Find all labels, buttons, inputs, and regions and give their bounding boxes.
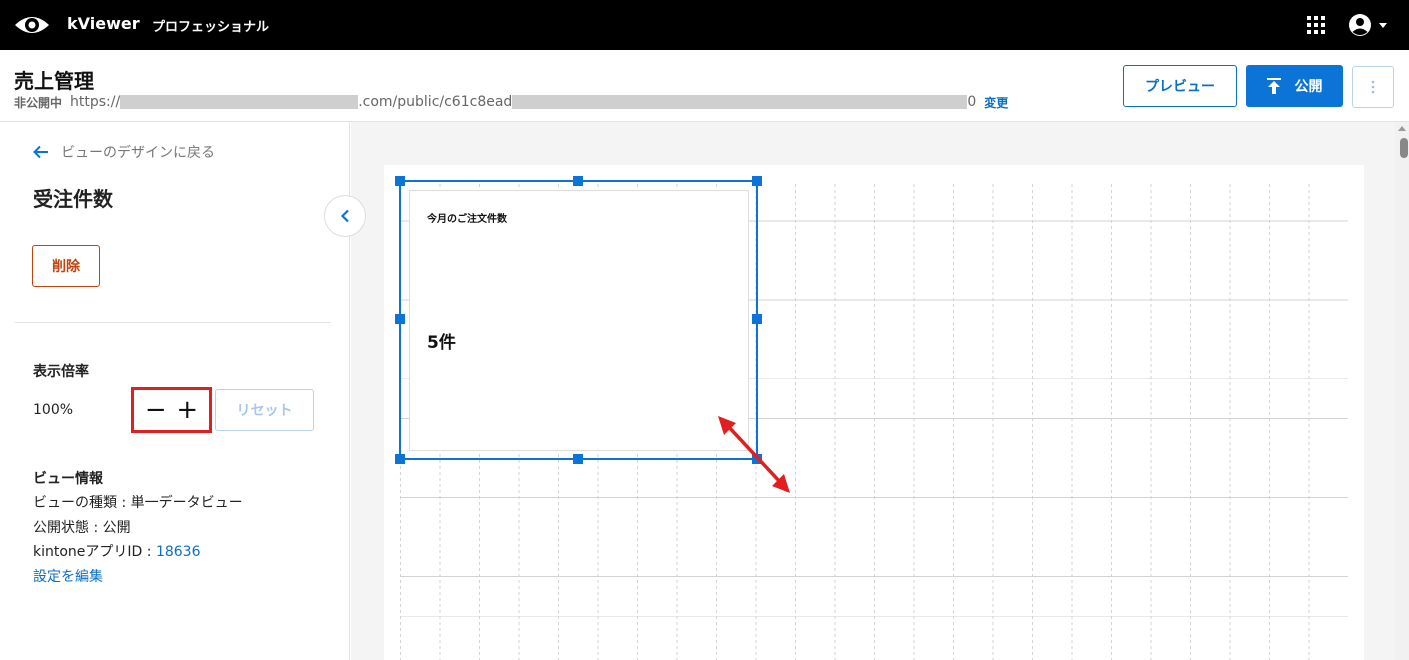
url-middle: .com/public/c61c8ead: [358, 94, 513, 110]
edit-settings-link[interactable]: 設定を編集: [33, 566, 103, 586]
brand-name[interactable]: kViewer: [67, 14, 140, 33]
publish-button[interactable]: 公開: [1246, 65, 1343, 107]
zoom-out-button[interactable]: −: [145, 397, 167, 423]
count-widget[interactable]: 今月のご注文件数 5件: [409, 190, 749, 451]
scroll-up-icon[interactable]: [1398, 126, 1406, 131]
zoom-reset-button[interactable]: リセット: [215, 389, 314, 431]
app-id-label: kintoneアプリID :: [33, 544, 156, 560]
url-redaction: [120, 95, 359, 109]
widget-title: 今月のご注文件数: [427, 214, 507, 225]
resize-handle-top-right[interactable]: [752, 176, 762, 186]
preview-button[interactable]: プレビュー: [1123, 65, 1237, 107]
resize-handle-right[interactable]: [752, 314, 762, 324]
page-title: 売上管理: [14, 69, 94, 93]
grid-apps-icon[interactable]: [1306, 15, 1326, 35]
more-vert-icon: [1371, 80, 1375, 94]
more-options-button[interactable]: [1352, 66, 1394, 108]
resize-handle-top-left[interactable]: [395, 176, 405, 186]
eye-logo-icon[interactable]: [14, 11, 50, 39]
change-url-link[interactable]: 変更: [984, 94, 1008, 111]
divider: [15, 322, 331, 323]
collapse-panel-button[interactable]: [324, 195, 366, 237]
resize-handle-left[interactable]: [395, 314, 405, 324]
view-type: ビューの種類 : 単一データビュー: [33, 495, 243, 511]
delete-button[interactable]: 削除: [32, 245, 100, 287]
publish-status: 公開状態 : 公開: [33, 520, 131, 536]
panel-title: 受注件数: [33, 187, 113, 211]
scrollbar-thumb[interactable]: [1400, 138, 1408, 158]
back-label: ビューのデザインに戻る: [61, 145, 215, 161]
url-row: 非公開中 https:// .com/public/c61c8ead 0 変更: [14, 93, 1008, 111]
zoom-in-button[interactable]: +: [176, 397, 198, 423]
chevron-left-icon: [340, 209, 349, 223]
widget-value: 5件: [427, 333, 456, 353]
url-suffix: 0: [967, 94, 977, 110]
edition-label: プロフェッショナル: [152, 20, 270, 35]
url-redaction: [512, 95, 968, 109]
arrow-left-icon: [33, 145, 48, 159]
back-to-design-link[interactable]: ビューのデザインに戻る: [33, 142, 215, 162]
settings-panel: ビューのデザインに戻る 受注件数 削除 表示倍率 100% − + リセット ビ…: [0, 122, 350, 660]
zoom-controls: − +: [131, 387, 212, 433]
app-id-line: kintoneアプリID : 18636: [33, 541, 200, 561]
resize-handle-bottom-left[interactable]: [395, 454, 405, 464]
zoom-heading: 表示倍率: [33, 364, 89, 380]
vertical-scrollbar[interactable]: [1395, 122, 1409, 660]
resize-handle-bottom[interactable]: [573, 454, 583, 464]
resize-handle-top[interactable]: [573, 176, 583, 186]
view-info-heading: ビュー情報: [33, 471, 103, 487]
resize-arrow-icon: [718, 416, 790, 493]
view-header: 売上管理 非公開中 https:// .com/public/c61c8ead …: [0, 50, 1409, 122]
status-badge: 非公開中: [14, 95, 63, 110]
url-prefix: https://: [70, 94, 121, 110]
publish-label: 公開: [1294, 79, 1323, 95]
zoom-level: 100%: [33, 402, 74, 418]
account-icon[interactable]: [1347, 12, 1389, 38]
upload-icon: [1266, 78, 1281, 94]
app-id-link[interactable]: 18636: [156, 544, 201, 560]
top-bar: kViewer プロフェッショナル: [0, 0, 1409, 50]
